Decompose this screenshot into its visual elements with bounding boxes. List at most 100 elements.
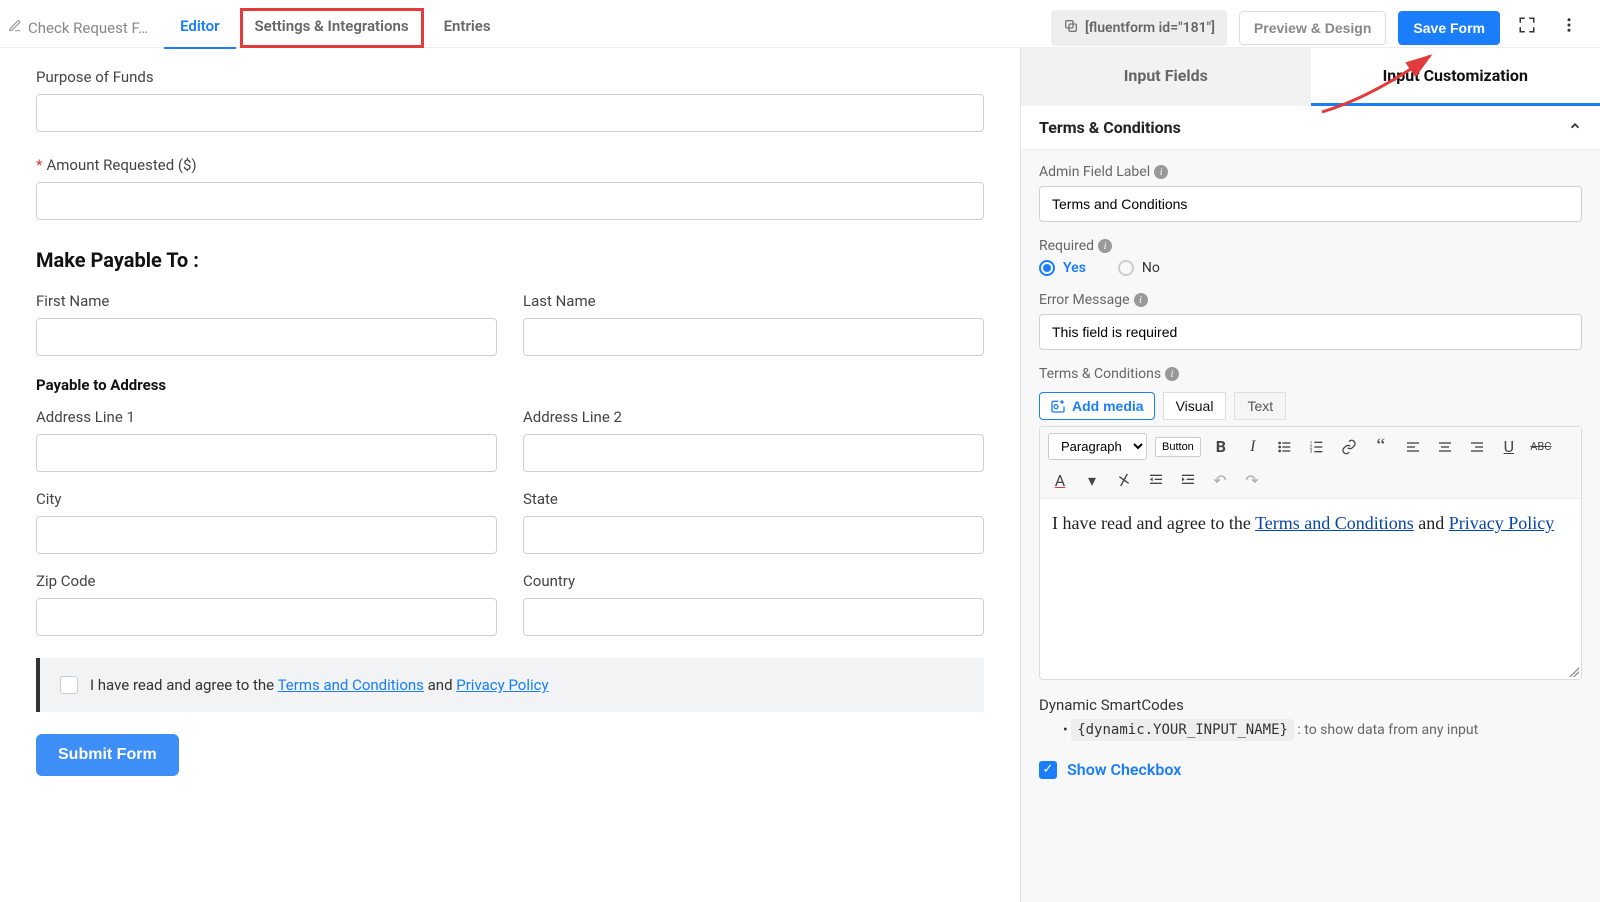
chevron-up-icon — [1568, 118, 1582, 137]
tc-checkbox[interactable] — [60, 676, 78, 694]
radio-no[interactable]: No — [1118, 260, 1160, 276]
text-color-dropdown-icon[interactable]: ▾ — [1080, 468, 1104, 492]
editor-content[interactable]: I have read and agree to the Terms and C… — [1040, 499, 1581, 679]
indent-icon[interactable] — [1176, 468, 1200, 492]
svg-text:3: 3 — [1309, 448, 1312, 454]
bold-icon[interactable]: B — [1209, 435, 1233, 459]
editor-link-privacy[interactable]: Privacy Policy — [1449, 513, 1555, 533]
form-title-display: Check Request F… — [8, 19, 148, 37]
info-icon: i — [1154, 165, 1168, 179]
quote-icon[interactable]: “ — [1369, 435, 1393, 459]
pencil-icon — [8, 19, 22, 37]
tc-link-terms[interactable]: Terms and Conditions — [278, 676, 424, 694]
link-icon[interactable] — [1337, 435, 1361, 459]
save-form-button[interactable]: Save Form — [1398, 11, 1500, 45]
submit-button[interactable]: Submit Form — [36, 734, 179, 776]
input-first-name[interactable] — [36, 318, 497, 356]
tc-link-privacy[interactable]: Privacy Policy — [456, 676, 548, 694]
form-title-text: Check Request F… — [28, 19, 148, 37]
info-icon: i — [1165, 367, 1179, 381]
input-amount[interactable] — [36, 182, 984, 220]
field-amount: *Amount Requested ($) — [36, 156, 984, 220]
text-color-icon[interactable]: A — [1048, 468, 1072, 492]
editor-tab-visual[interactable]: Visual — [1163, 392, 1227, 420]
input-addr2[interactable] — [523, 434, 984, 472]
panel-body: Admin Field Labeli Requiredi Yes No — [1021, 150, 1600, 902]
tab-settings-integrations[interactable]: Settings & Integrations — [240, 8, 424, 48]
input-state[interactable] — [523, 516, 984, 554]
number-list-icon[interactable]: 123 — [1305, 435, 1329, 459]
label-addr2: Address Line 2 — [523, 408, 984, 426]
info-icon: i — [1134, 293, 1148, 307]
clear-format-icon[interactable] — [1112, 468, 1136, 492]
addr-row-1: Address Line 1 Address Line 2 — [36, 408, 984, 472]
info-icon: i — [1098, 239, 1112, 253]
field-error-message: Error Messagei — [1039, 292, 1582, 350]
addr-row-3: Zip Code Country — [36, 572, 984, 636]
input-error-message[interactable] — [1039, 314, 1582, 350]
section-payable-title: Make Payable To : — [36, 248, 984, 272]
name-row: First Name Last Name — [36, 292, 984, 356]
fullscreen-icon[interactable] — [1512, 12, 1542, 43]
underline-icon[interactable]: U — [1497, 435, 1521, 459]
resize-handle-icon[interactable] — [1565, 663, 1579, 677]
addr-row-2: City State — [36, 490, 984, 554]
editor-link-terms[interactable]: Terms and Conditions — [1255, 513, 1414, 533]
align-center-icon[interactable] — [1433, 435, 1457, 459]
radio-yes[interactable]: Yes — [1039, 260, 1086, 276]
editor-tab-text[interactable]: Text — [1234, 392, 1286, 420]
panel-header[interactable]: Terms & Conditions — [1021, 106, 1600, 150]
input-zip[interactable] — [36, 598, 497, 636]
align-right-icon[interactable] — [1465, 435, 1489, 459]
field-admin-label: Admin Field Labeli — [1039, 164, 1582, 222]
redo-icon[interactable]: ↷ — [1240, 468, 1264, 492]
input-purpose[interactable] — [36, 94, 984, 132]
editor-toolbar: Paragraph Button B I 123 “ U ABC A — [1040, 427, 1581, 499]
input-country[interactable] — [523, 598, 984, 636]
shortcode-badge[interactable]: [fluentform id="181"] — [1051, 10, 1227, 46]
top-right: [fluentform id="181"] Preview & Design S… — [1051, 10, 1584, 46]
terms-conditions-block[interactable]: I have read and agree to the Terms and C… — [36, 658, 984, 712]
add-media-button[interactable]: Add media — [1039, 392, 1155, 420]
input-admin-label[interactable] — [1039, 186, 1582, 222]
format-select[interactable]: Paragraph — [1048, 433, 1147, 460]
top-left: Check Request F… Editor Settings & Integ… — [8, 7, 507, 49]
panel-title: Terms & Conditions — [1039, 118, 1181, 137]
label-zip: Zip Code — [36, 572, 497, 590]
more-menu-icon[interactable] — [1554, 12, 1584, 43]
copy-icon — [1063, 18, 1079, 38]
smartcode-item: • {dynamic.YOUR_INPUT_NAME} : to show da… — [1063, 722, 1582, 738]
preview-design-button[interactable]: Preview & Design — [1239, 11, 1387, 45]
field-required: Requiredi Yes No — [1039, 238, 1582, 276]
sidebar: Input Fields Input Customization Terms &… — [1020, 48, 1600, 902]
strikethrough-icon[interactable]: ABC — [1529, 435, 1553, 459]
label-amount: *Amount Requested ($) — [36, 156, 984, 174]
bullet-list-icon[interactable] — [1273, 435, 1297, 459]
top-bar: Check Request F… Editor Settings & Integ… — [0, 0, 1600, 48]
align-left-icon[interactable] — [1401, 435, 1425, 459]
show-checkbox-row[interactable]: ✓ Show Checkbox — [1039, 760, 1582, 779]
input-addr1[interactable] — [36, 434, 497, 472]
label-country: Country — [523, 572, 984, 590]
tab-input-fields[interactable]: Input Fields — [1021, 48, 1311, 106]
input-city[interactable] — [36, 516, 497, 554]
label-state: State — [523, 490, 984, 508]
shortcode-text: [fluentform id="181"] — [1085, 20, 1215, 36]
show-checkbox-check[interactable]: ✓ — [1039, 761, 1057, 779]
insert-button-btn[interactable]: Button — [1155, 437, 1201, 457]
outdent-icon[interactable] — [1144, 468, 1168, 492]
undo-icon[interactable]: ↶ — [1208, 468, 1232, 492]
label-first-name: First Name — [36, 292, 497, 310]
main-area: Purpose of Funds *Amount Requested ($) M… — [0, 48, 1600, 902]
tab-entries[interactable]: Entries — [428, 7, 507, 49]
label-purpose: Purpose of Funds — [36, 68, 984, 86]
italic-icon[interactable]: I — [1241, 435, 1265, 459]
tab-input-customization[interactable]: Input Customization — [1311, 48, 1600, 106]
tab-editor[interactable]: Editor — [164, 7, 235, 49]
field-tc-editor: Terms & Conditionsi Add media Visual Tex… — [1039, 366, 1582, 680]
label-last-name: Last Name — [523, 292, 984, 310]
address-section-title: Payable to Address — [36, 376, 984, 394]
sidebar-tabs: Input Fields Input Customization — [1021, 48, 1600, 106]
input-last-name[interactable] — [523, 318, 984, 356]
field-purpose: Purpose of Funds — [36, 68, 984, 132]
